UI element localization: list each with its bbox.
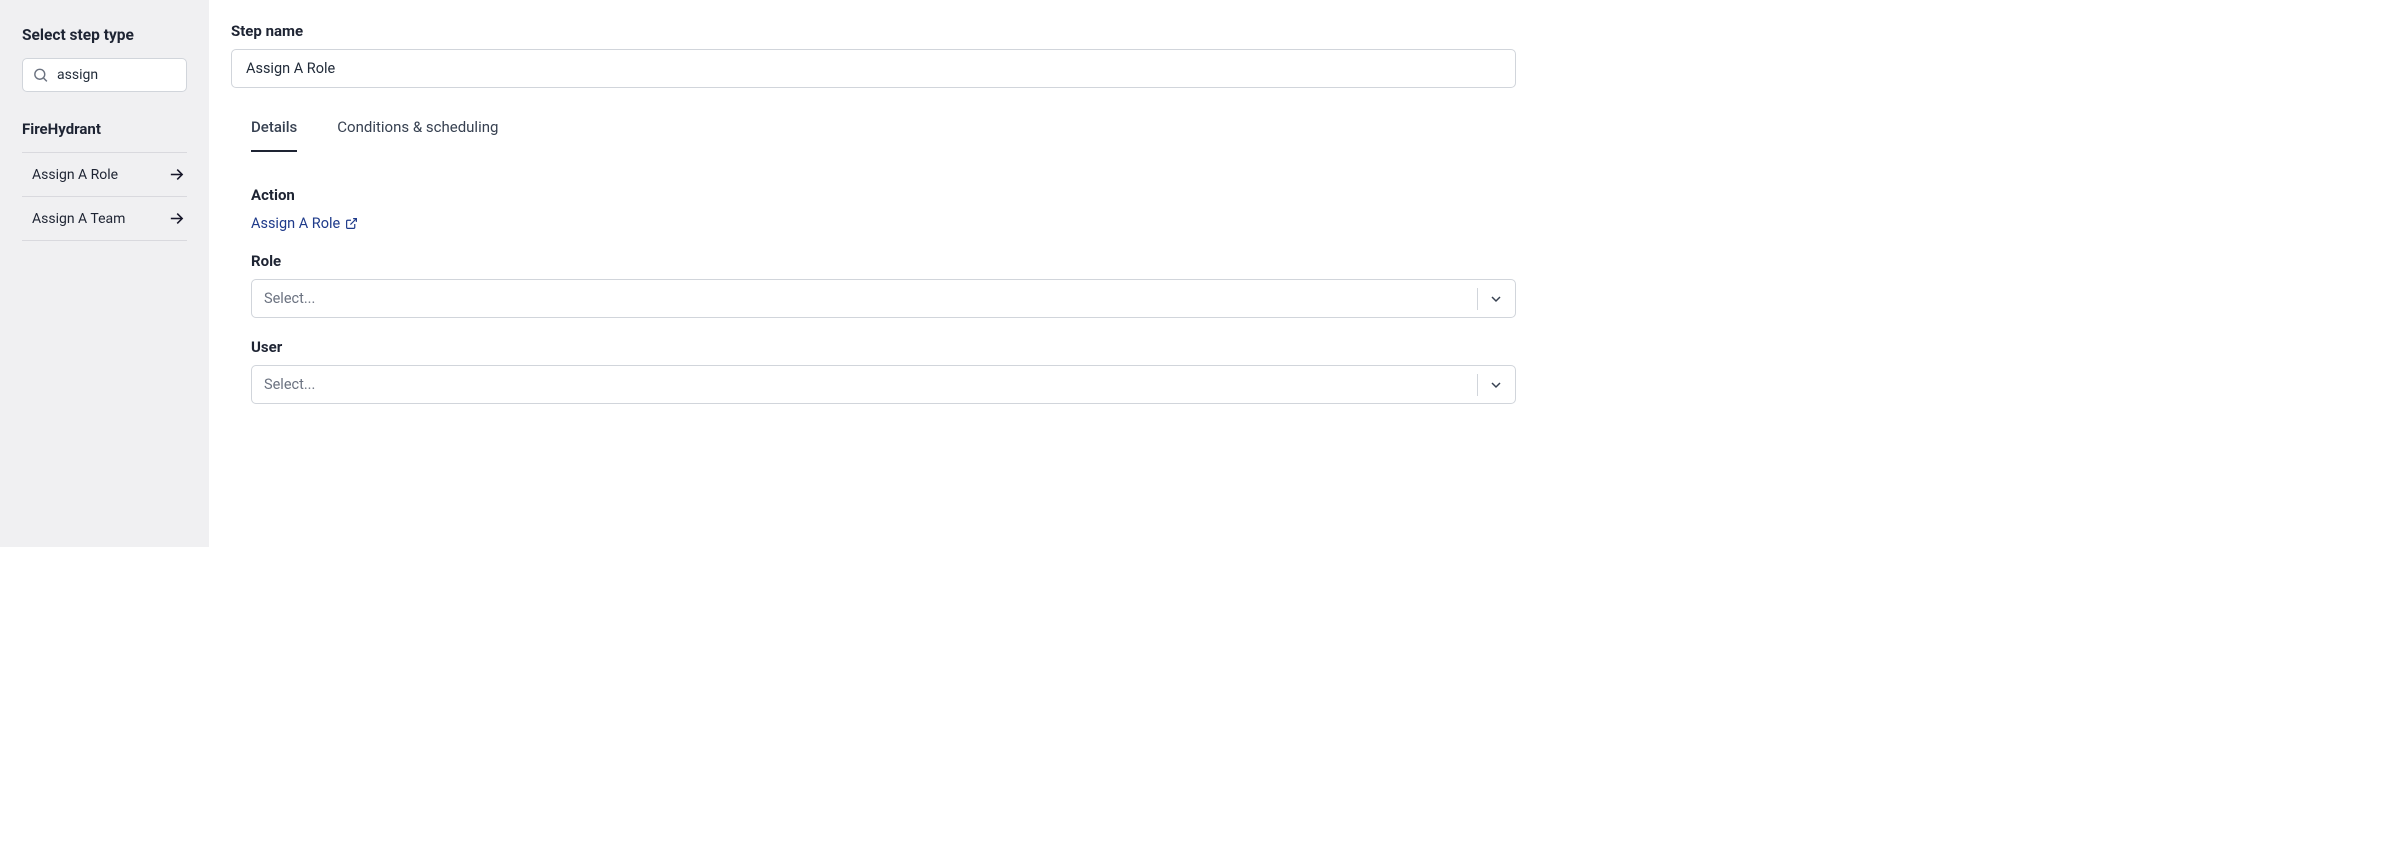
sidebar-item-assign-team[interactable]: Assign A Team xyxy=(22,197,187,241)
sidebar-item-label: Assign A Role xyxy=(32,167,118,183)
main-content: Step name Details Conditions & schedulin… xyxy=(209,0,1538,547)
category-title: FireHydrant xyxy=(22,120,187,138)
user-select-wrapper: Select... xyxy=(251,365,1516,404)
user-select-placeholder: Select... xyxy=(264,376,315,393)
sidebar: Select step type FireHydrant Assign A Ro… xyxy=(0,0,209,547)
sidebar-item-assign-role[interactable]: Assign A Role xyxy=(22,152,187,197)
role-select-placeholder: Select... xyxy=(264,290,315,307)
select-divider xyxy=(1477,374,1478,396)
arrow-right-icon xyxy=(168,210,185,227)
select-divider xyxy=(1477,288,1478,310)
search-wrapper xyxy=(22,58,187,92)
role-select-wrapper: Select... xyxy=(251,279,1516,318)
step-name-input[interactable] xyxy=(231,49,1516,88)
action-link-text: Assign A Role xyxy=(251,215,340,232)
role-select[interactable]: Select... xyxy=(251,279,1516,318)
tab-conditions[interactable]: Conditions & scheduling xyxy=(337,118,498,152)
user-select[interactable]: Select... xyxy=(251,365,1516,404)
action-link[interactable]: Assign A Role xyxy=(251,215,358,232)
external-link-icon xyxy=(345,217,358,230)
role-field: Role Select... xyxy=(251,252,1516,318)
details-section: Action Assign A Role Role Select... xyxy=(231,152,1516,404)
action-label: Action xyxy=(251,186,1516,204)
arrow-right-icon xyxy=(168,166,185,183)
role-label: Role xyxy=(251,252,1516,270)
sidebar-item-label: Assign A Team xyxy=(32,211,125,227)
tab-details[interactable]: Details xyxy=(251,118,297,152)
tabs: Details Conditions & scheduling xyxy=(231,118,1516,152)
user-label: User xyxy=(251,338,1516,356)
sidebar-title: Select step type xyxy=(22,26,187,44)
search-icon xyxy=(32,67,49,84)
user-field: User Select... xyxy=(251,338,1516,404)
step-list: Assign A Role Assign A Team xyxy=(22,152,187,241)
step-name-label: Step name xyxy=(231,22,1516,40)
